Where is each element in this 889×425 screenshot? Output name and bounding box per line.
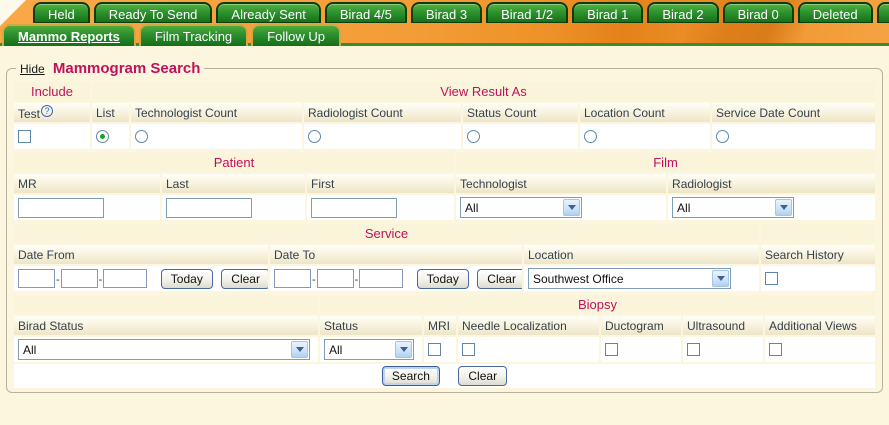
film-header: Film xyxy=(456,153,875,172)
last-label: Last xyxy=(162,174,305,193)
chevron-down-icon[interactable] xyxy=(563,199,580,216)
mri-checkbox[interactable] xyxy=(428,343,441,356)
mammogram-search-panel: Hide Mammogram Search Include View Resul… xyxy=(6,60,883,393)
date-to-day-input[interactable] xyxy=(317,269,354,288)
birad-status-select[interactable]: All xyxy=(18,339,310,360)
date-from-year-input[interactable] xyxy=(103,269,147,288)
date-to-year-input[interactable] xyxy=(359,269,403,288)
technologist-count-label: Technologist Count xyxy=(131,103,302,122)
patient-film-section: Patient Film MR Last First Technologist … xyxy=(12,151,877,222)
date-from-cell: -- Today Clear xyxy=(14,266,268,291)
service-header: Service xyxy=(14,224,759,243)
tab-birad-1-2[interactable]: Birad 1/2 xyxy=(486,2,568,23)
mri-label: MRI xyxy=(424,316,456,335)
tab-held[interactable]: Held xyxy=(33,2,90,23)
radiologist-count-label: Radiologist Count xyxy=(304,103,461,122)
chevron-down-icon[interactable] xyxy=(712,270,729,287)
date-from-label: Date From xyxy=(14,245,268,264)
hide-link[interactable]: Hide xyxy=(20,62,45,76)
tab-film-tracking[interactable]: Film Tracking xyxy=(139,24,248,46)
ductogram-label: Ductogram xyxy=(601,316,681,335)
top-nav-band: Held Ready To Send Already Sent Birad 4/… xyxy=(0,0,889,46)
list-label: List xyxy=(92,103,129,122)
location-label: Location xyxy=(524,245,759,264)
chevron-down-icon[interactable] xyxy=(395,341,412,358)
location-count-radio[interactable] xyxy=(584,130,597,143)
status-count-radio[interactable] xyxy=(467,130,480,143)
additional-views-label: Additional Views xyxy=(765,316,875,335)
biopsy-header: Biopsy xyxy=(320,295,875,314)
ultrasound-checkbox[interactable] xyxy=(687,343,700,356)
tab-mammo-reports[interactable]: Mammo Reports xyxy=(2,24,136,46)
mr-label: MR xyxy=(14,174,160,193)
birad-status-label: Birad Status xyxy=(14,316,318,335)
radiologist-count-radio[interactable] xyxy=(308,130,321,143)
location-select[interactable]: Southwest Office xyxy=(528,268,731,289)
status-label: Status xyxy=(320,316,422,335)
patient-header: Patient xyxy=(14,153,454,172)
view-result-as-header: View Result As xyxy=(92,82,875,101)
tab-birad-2[interactable]: Birad 2 xyxy=(647,2,718,23)
tab-deleted[interactable]: Deleted xyxy=(798,2,873,23)
tab-already-sent[interactable]: Already Sent xyxy=(216,2,320,23)
date-from-month-input[interactable] xyxy=(18,269,55,288)
tab-birad-1[interactable]: Birad 1 xyxy=(572,2,643,23)
search-history-label: Search History xyxy=(761,245,875,264)
biopsy-header-spacer xyxy=(14,295,318,314)
location-count-label: Location Count xyxy=(580,103,710,122)
actions-row: Search Clear xyxy=(14,364,875,388)
include-section: Include View Result As Test? List Techno… xyxy=(12,80,877,151)
ductogram-checkbox[interactable] xyxy=(605,343,618,356)
chevron-down-icon[interactable] xyxy=(775,199,792,216)
needle-localization-label: Needle Localization xyxy=(458,316,599,335)
status-select[interactable]: All xyxy=(324,339,414,360)
tab-birad-3[interactable]: Birad 3 xyxy=(411,2,482,23)
first-name-input[interactable] xyxy=(311,198,397,218)
radiologist-label: Radiologist xyxy=(668,174,875,193)
search-button[interactable]: Search xyxy=(382,366,440,386)
last-name-input[interactable] xyxy=(166,198,252,218)
date-to-month-input[interactable] xyxy=(274,269,311,288)
biopsy-section: Biopsy Birad Status Status MRI Needle Lo… xyxy=(12,293,877,364)
tab-follow-up[interactable]: Follow Up xyxy=(251,24,341,46)
status-count-label: Status Count xyxy=(463,103,578,122)
report-status-tabbar: Held Ready To Send Already Sent Birad 4/… xyxy=(33,2,889,23)
mr-input[interactable] xyxy=(18,198,104,218)
panel-title: Mammogram Search xyxy=(53,60,201,77)
help-icon[interactable]: ? xyxy=(41,105,53,117)
include-header: Include xyxy=(14,82,90,101)
tab-ready-to-send[interactable]: Ready To Send xyxy=(94,2,213,23)
date-from-day-input[interactable] xyxy=(61,269,98,288)
module-tabbar: Mammo Reports Film Tracking Follow Up xyxy=(2,24,341,46)
tab-birad-4-5[interactable]: Birad 4/5 xyxy=(325,2,407,23)
additional-views-checkbox[interactable] xyxy=(769,343,782,356)
date-to-label: Date To xyxy=(270,245,522,264)
radiologist-select[interactable]: All xyxy=(672,197,794,218)
first-label: First xyxy=(307,174,454,193)
date-to-today-button[interactable]: Today xyxy=(417,269,469,289)
test-checkbox[interactable] xyxy=(18,130,31,143)
search-history-checkbox[interactable] xyxy=(765,272,778,285)
date-to-clear-button[interactable]: Clear xyxy=(477,269,522,289)
date-to-cell: -- Today Clear xyxy=(270,266,522,291)
service-date-count-label: Service Date Count xyxy=(712,103,875,122)
technologist-label: Technologist xyxy=(456,174,666,193)
panel-legend: Hide Mammogram Search xyxy=(16,60,204,77)
date-from-today-button[interactable]: Today xyxy=(161,269,213,289)
service-section: Service Date From Date To Location Searc… xyxy=(12,222,877,293)
tab-birad-0[interactable]: Birad 0 xyxy=(723,2,794,23)
date-from-clear-button[interactable]: Clear xyxy=(221,269,268,289)
chevron-down-icon[interactable] xyxy=(291,341,308,358)
service-date-count-radio[interactable] xyxy=(716,130,729,143)
needle-localization-checkbox[interactable] xyxy=(462,343,475,356)
service-header-spacer xyxy=(761,224,875,243)
test-label: Test? xyxy=(14,103,90,122)
ultrasound-label: Ultrasound xyxy=(683,316,763,335)
corner-wedge-decoration xyxy=(0,0,26,26)
technologist-select[interactable]: All xyxy=(460,197,582,218)
list-radio[interactable] xyxy=(96,130,109,143)
clear-button[interactable]: Clear xyxy=(458,366,507,386)
technologist-count-radio[interactable] xyxy=(135,130,148,143)
tab-non-compliant[interactable]: Non-Compliant xyxy=(877,2,889,23)
